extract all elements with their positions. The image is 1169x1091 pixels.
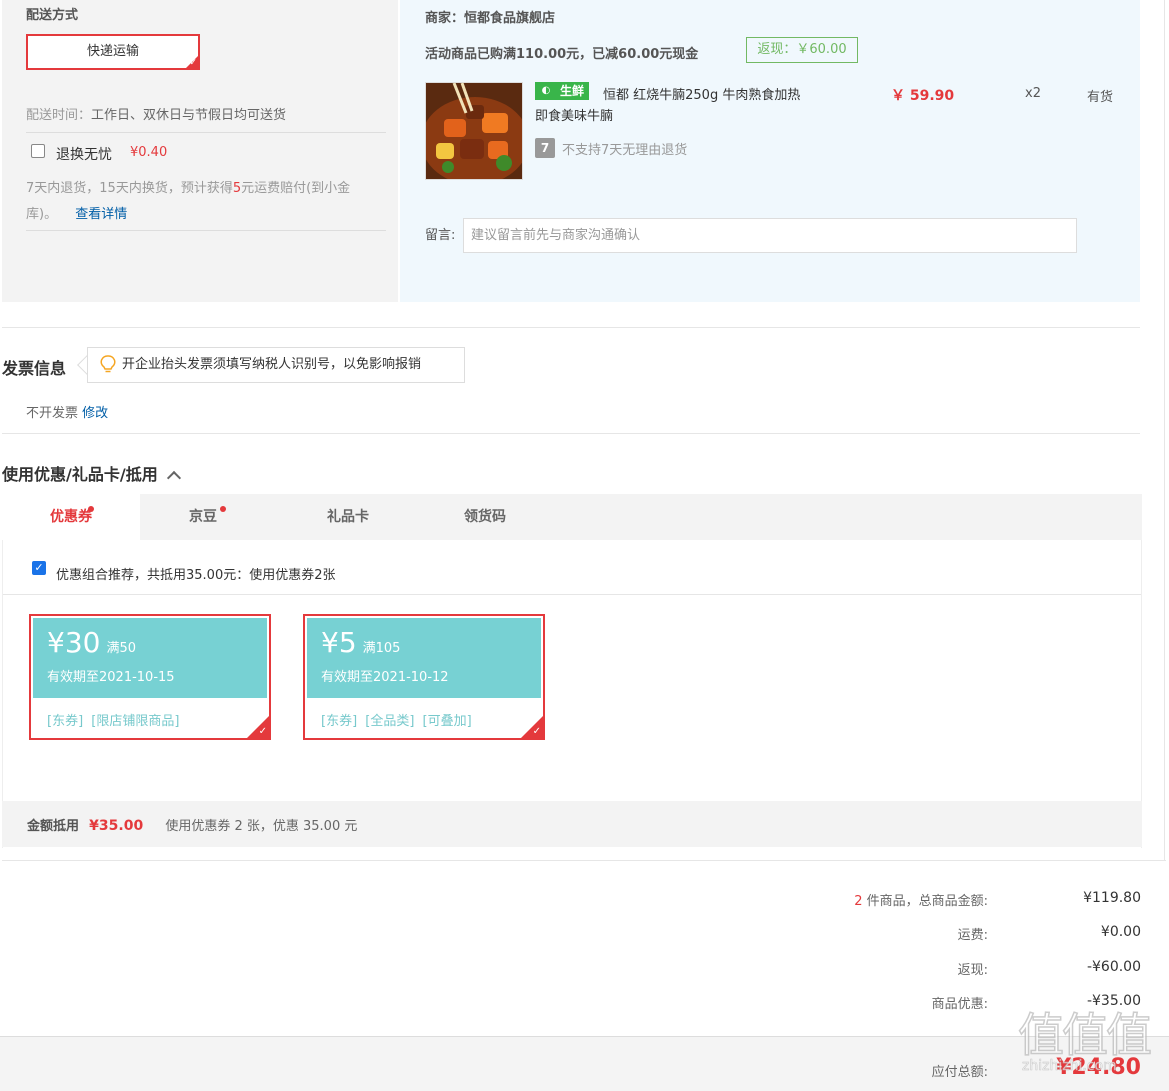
cashback-amount: -¥60.00 [1086, 959, 1141, 975]
shipping-title: 配送方式 [26, 8, 79, 23]
cashback-label: 返现: [957, 963, 988, 978]
merchant-header: 商家：恒都食品旗舰店 [425, 7, 555, 26]
discount-amount: -¥35.00 [1086, 993, 1141, 1009]
check-icon: ✓ [189, 58, 197, 68]
coupon-card[interactable]: ¥30 满50 有效期至2021-10-15 [东券] [限店铺限商品] ✓ [29, 614, 271, 740]
coupon-tags: [东券] [全品类] [可叠加] [321, 714, 472, 729]
discount-section-header[interactable]: 使用优惠/礼品卡/抵用 [2, 461, 182, 486]
check-icon: ✓ [258, 726, 267, 737]
worry-free-desc-part: 元运费赔付(到小金 [241, 181, 351, 196]
tab-jingdou[interactable]: 京豆 [140, 494, 266, 540]
product-name-line2[interactable]: 即食美味牛腩 [535, 105, 613, 124]
worry-free-desc-part: 7天内退货，15天内换货，预计获得 [26, 181, 233, 196]
delivery-time: 配送时间：工作日、双休日与节假日均可送货 [26, 104, 286, 123]
delivery-time-value: 工作日、双休日与节假日均可送货 [91, 108, 287, 123]
discount-summary: 金额抵用 ¥35.00 使用优惠券 2 张，优惠 35.00 元 [27, 815, 357, 834]
watermark-site: zhizhizhi.com [1022, 1058, 1117, 1075]
freight-amount: ¥0.00 [1100, 924, 1141, 940]
memo-input[interactable]: 建议留言前先与商家沟通确认 [463, 218, 1077, 253]
notification-dot [220, 506, 226, 512]
coupon-tags: [东券] [限店铺限商品] [47, 714, 180, 729]
tab-label: 京豆 [189, 509, 217, 525]
promo-text: 活动商品已购满110.00元，已减60.00元现金 [425, 47, 699, 62]
tab-label: 优惠券 [50, 509, 92, 525]
invoice-tip: 开企业抬头发票须填写纳税人识别号，以免影响报销 [87, 347, 465, 383]
check-icon: ✓ [532, 726, 541, 737]
watermark: 值值值 zhizhizhi.com [1017, 1008, 1153, 1076]
shipping-method-button[interactable]: 快递运输 ✓ [26, 34, 200, 70]
coupon-condition: 满50 [106, 641, 136, 656]
product-name[interactable]: 恒都 红烧牛腩250g 牛肉熟食加热 [603, 84, 800, 103]
coupon-value: ¥5 [321, 626, 357, 659]
lightbulb-icon [100, 355, 116, 373]
discount-title: 使用优惠/礼品卡/抵用 [2, 465, 158, 484]
coupon-card[interactable]: ¥5 满105 有效期至2021-10-12 [东券] [全品类] [可叠加] ✓ [303, 614, 545, 740]
shipping-method-label: 快递运输 [86, 44, 139, 59]
worry-free-desc-part: 库)。 [26, 207, 58, 222]
delivery-time-label: 配送时间： [26, 108, 92, 123]
summary-description: 使用优惠券 2 张，优惠 35.00 元 [165, 819, 358, 834]
summary-label: 金额抵用 [27, 819, 80, 834]
stock-status: 有货 [1087, 90, 1114, 105]
payable-label: 应付总额: [931, 1065, 988, 1080]
notification-dot [88, 506, 94, 512]
product-qty: x2 [1025, 86, 1041, 101]
cashback-badge: 返现：￥60.00 [746, 37, 858, 63]
goods-amount: ¥119.80 [1083, 890, 1141, 906]
view-details-link[interactable]: 查看详情 [75, 207, 127, 222]
fresh-tag: ◐ 生鲜 [535, 82, 590, 100]
tab-gift-card[interactable]: 礼品卡 [290, 494, 406, 540]
recommend-checkbox[interactable]: ✓ [32, 561, 46, 575]
invoice-title: 发票信息 [2, 359, 67, 378]
fish-icon: ◐ [536, 83, 556, 99]
tab-redeem-code[interactable]: 领货码 [430, 494, 540, 540]
freight-label: 运费: [957, 928, 988, 943]
merchant-label: 商家： [425, 11, 465, 26]
invoice-modify-link[interactable]: 修改 [82, 406, 108, 421]
invoice-status-text: 不开发票 [26, 406, 79, 421]
divider [2, 860, 1166, 861]
divider [3, 594, 1141, 595]
tab-label: 礼品卡 [327, 509, 369, 525]
divider [2, 327, 1140, 328]
divider [26, 132, 386, 133]
memo-label: 留言: [425, 228, 456, 243]
payable-bar [0, 1036, 1169, 1091]
worry-free-price: ¥0.40 [130, 145, 168, 160]
worry-free-checkbox[interactable] [31, 144, 45, 158]
goods-amount-caption: 件商品，总商品金额: [862, 894, 988, 909]
discount-label: 商品优惠: [931, 997, 988, 1012]
no-return-icon: 7 [535, 138, 555, 158]
merchant-name[interactable]: 恒都食品旗舰店 [464, 11, 555, 26]
invoice-status: 不开发票 修改 [26, 402, 108, 421]
worry-free-label: 退换无忧 [56, 147, 112, 163]
tab-label: 领货码 [464, 509, 506, 525]
return-policy: 不支持7天无理由退货 [562, 143, 688, 158]
chevron-up-icon [167, 470, 182, 486]
divider [2, 433, 1140, 434]
coupon-validity: 有效期至2021-10-15 [47, 670, 175, 685]
watermark-glyphs: 值值值 [1017, 1008, 1153, 1062]
product-image[interactable] [425, 82, 523, 180]
divider [26, 230, 386, 231]
coupon-validity: 有效期至2021-10-12 [321, 670, 449, 685]
page-border [1164, 0, 1165, 860]
worry-free-amount: 5 [232, 181, 242, 196]
coupon-amount: ¥30 满50 [47, 626, 136, 659]
recommend-label: 优惠组合推荐，共抵用35.00元：使用优惠券2张 [56, 568, 336, 583]
coupon-condition: 满105 [362, 641, 401, 656]
tab-coupons[interactable]: 优惠券 [2, 494, 140, 540]
product-price: ￥ 59.90 [891, 88, 955, 104]
summary-amount: ¥35.00 [89, 818, 144, 834]
worry-free-description: 7天内退货，15天内换货，预计获得5元运费赔付(到小金 库)。 查看详情 [26, 176, 386, 228]
coupon-value: ¥30 [47, 626, 101, 659]
fresh-tag-label: 生鲜 [556, 83, 589, 99]
beef-stew-image [426, 83, 522, 179]
coupon-amount: ¥5 满105 [321, 626, 400, 659]
goods-amount-label: 2 件商品，总商品金额: [854, 890, 988, 909]
